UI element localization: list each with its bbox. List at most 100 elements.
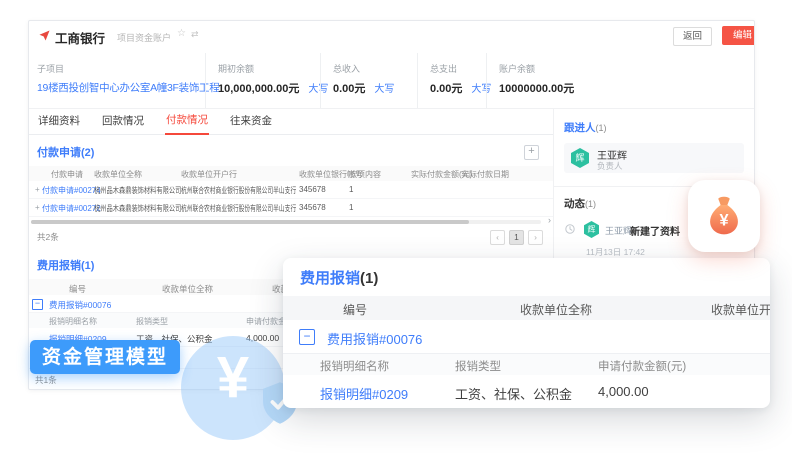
scroll-right-icon[interactable]: › <box>548 215 551 225</box>
switch-icon[interactable]: ⇄ <box>191 29 199 40</box>
activity-title: 动态 <box>564 198 585 210</box>
current-page[interactable]: 1 <box>509 230 524 245</box>
bank-account: 345678 <box>299 185 326 194</box>
model-badge: 资金管理模型 <box>30 340 180 374</box>
col-header: 报销类型 <box>455 358 501 374</box>
tab-receipts[interactable]: 回款情况 <box>101 113 145 134</box>
card-header: 工商银行 项目资金账户 ☆ ⇄ 返回 编辑 <box>29 21 754 53</box>
activity-action: 新建了资料 <box>630 223 680 238</box>
add-payment-button[interactable]: + <box>524 145 539 160</box>
payment-request-link[interactable]: 付款申请#00272 <box>42 203 101 214</box>
total-income-value: 0.00元 <box>333 83 365 95</box>
yen-watermark: ¥ <box>181 336 285 440</box>
summary-row: 子项目 19楼西投创智中心办公室A幢3F装饰工程 期初余额 10,000,000… <box>29 53 754 109</box>
tab-transactions[interactable]: 往来资金 <box>229 113 273 134</box>
expand-icon[interactable]: + <box>35 185 40 194</box>
col-header: 收款单位全称 <box>162 283 213 295</box>
pagination: ‹ 1 › <box>490 230 543 245</box>
col-header: 收款单位开户行 <box>181 169 237 180</box>
col-header: 收款单位开户行 <box>711 301 770 318</box>
tab-payments[interactable]: 付款情况 <box>165 112 209 135</box>
followers-count: (1) <box>596 123 607 133</box>
followers-title: 跟进人 <box>564 122 596 134</box>
avatar: 辉 <box>571 148 589 168</box>
bank-account: 345678 <box>299 203 326 212</box>
caps-link[interactable]: 大写 <box>374 84 394 95</box>
field-label: 总收入 <box>333 62 417 75</box>
scrollbar-thumb[interactable] <box>31 220 469 224</box>
field-label: 子项目 <box>37 62 205 75</box>
clock-icon <box>565 224 575 234</box>
collapse-icon[interactable]: − <box>299 329 315 345</box>
col-header: 编号 <box>343 301 367 318</box>
horizontal-scrollbar[interactable]: › <box>29 218 553 226</box>
payment-content: 1 <box>349 203 353 212</box>
expand-icon[interactable]: + <box>35 203 40 212</box>
col-header: 申请付款金额(元) <box>598 358 686 374</box>
col-header: 实际付款日期 <box>461 169 509 180</box>
col-header: 款项内容 <box>349 169 381 180</box>
col-header: 付款申请 <box>51 169 83 180</box>
overlay-detail-header: 报销明细名称 报销类型 申请付款金额(元) <box>283 354 770 375</box>
payment-section-count: (2) <box>81 147 94 159</box>
payment-section-title: 付款申请 <box>37 147 81 159</box>
summary-subproject: 子项目 19楼西投创智中心办公室A幢3F装饰工程 <box>29 53 205 108</box>
payee-name: 杭州品木森鼎装饰材料有限公司 <box>94 203 181 214</box>
account-subtitle: 项目资金账户 <box>117 31 171 44</box>
summary-account-balance: 账户余额 10000000.00元 <box>486 53 754 108</box>
payment-table-row: + 付款申请#00272 杭州品木森鼎装饰材料有限公司 杭州联合农村商业银行股份… <box>29 199 553 217</box>
payment-total-count: 共2条 <box>37 231 59 243</box>
activity-user: 王亚辉 <box>605 224 632 237</box>
favorite-star-icon[interactable]: ☆ <box>177 28 186 39</box>
payee-name: 杭州品木森鼎装饰材料有限公司 <box>94 185 181 196</box>
subproject-link[interactable]: 19楼西投创智中心办公室A幢3F装饰工程 <box>37 80 205 95</box>
collapse-icon[interactable]: − <box>32 299 43 310</box>
expense-claim-link[interactable]: 费用报销#00076 <box>327 329 422 348</box>
svg-text:¥: ¥ <box>719 212 728 230</box>
col-header: 编号 <box>69 283 86 295</box>
summary-total-expense: 总支出 0.00元大写 <box>417 53 486 108</box>
col-header: 报销类型 <box>136 316 168 327</box>
expense-section-count: (1) <box>81 260 94 272</box>
payment-content: 1 <box>349 185 353 194</box>
overlay-title: 费用报销 <box>300 270 360 287</box>
field-label: 账户余额 <box>499 62 754 75</box>
payment-request-link[interactable]: 付款申请#00274 <box>42 185 101 196</box>
edit-button[interactable]: 编辑 <box>722 26 755 45</box>
money-bag-icon: ¥ <box>688 180 760 252</box>
avatar: 辉 <box>584 221 599 238</box>
account-balance-value: 10000000.00元 <box>499 80 754 96</box>
next-page-button[interactable]: › <box>528 230 543 245</box>
overlay-detail-row: 报销明细#0209 工资、社保、公积金 4,000.00 <box>283 375 770 408</box>
overlay-table-header: 编号 收款单位全称 收款单位开户行 <box>283 296 770 320</box>
activity-count: (1) <box>585 199 596 209</box>
expense-type: 工资、社保、公积金 <box>455 384 572 403</box>
expense-zoom-panel: 费用报销(1) 编号 收款单位全称 收款单位开户行 − 费用报销#00076 报… <box>283 258 770 408</box>
expense-amount: 4,000.00 <box>598 384 649 399</box>
summary-opening-balance: 期初余额 10,000,000.00元大写 <box>205 53 320 108</box>
col-header: 报销明细名称 <box>320 358 389 374</box>
back-button[interactable]: 返回 <box>673 27 712 46</box>
field-label: 总支出 <box>430 62 486 75</box>
col-header: 收款单位全称 <box>520 301 592 318</box>
payee-bank: 杭州联合农村商业银行股份有限公司半山支行 <box>181 203 296 214</box>
payment-table-header: 付款申请 收款单位全称 收款单位开户行 收款单位银行帐号 款项内容 实际付款金额… <box>29 166 553 181</box>
opening-balance-value: 10,000,000.00元 <box>218 83 299 95</box>
prev-page-button[interactable]: ‹ <box>490 230 505 245</box>
overlay-count: (1) <box>360 270 378 287</box>
tab-bar: 详细资料 回款情况 付款情况 往来资金 <box>29 109 553 135</box>
expense-detail-link[interactable]: 报销明细#0209 <box>320 384 408 403</box>
payment-table-row: + 付款申请#00274 杭州品木森鼎装饰材料有限公司 杭州联合农村商业银行股份… <box>29 181 553 199</box>
payee-bank: 杭州联合农村商业银行股份有限公司半山支行 <box>181 185 296 196</box>
col-header: 收款单位全称 <box>94 169 142 180</box>
summary-total-income: 总收入 0.00元大写 <box>320 53 417 108</box>
expense-claim-link[interactable]: 费用报销#00076 <box>49 299 111 311</box>
app-logo-icon <box>39 30 50 41</box>
follower-role: 负责人 <box>597 160 623 172</box>
overlay-expense-row: − 费用报销#00076 <box>283 320 770 354</box>
follower-item[interactable]: 辉 王亚辉 负责人 <box>564 143 744 173</box>
tab-detail[interactable]: 详细资料 <box>37 113 81 134</box>
total-expense-value: 0.00元 <box>430 83 462 95</box>
col-header: 报销明细名称 <box>49 316 97 327</box>
payment-section-header: 付款申请(2) + <box>29 135 553 166</box>
